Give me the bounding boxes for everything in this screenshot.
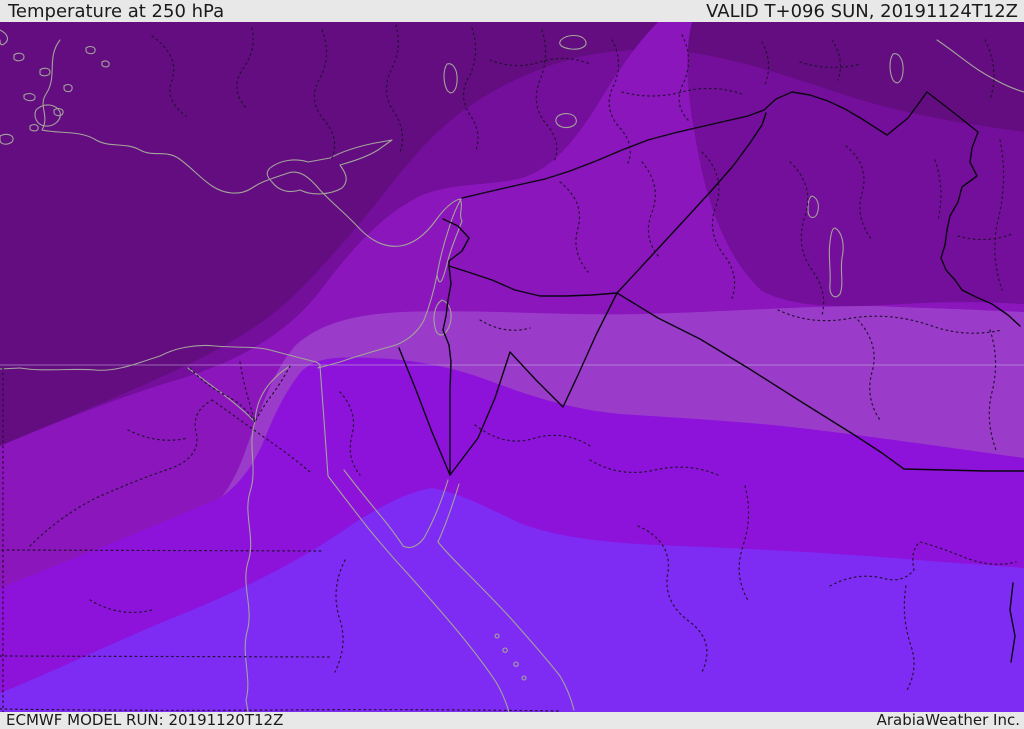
valid-time-label: VALID T+096 SUN, 20191124T12Z bbox=[706, 1, 1018, 22]
footer-bar: ECMWF MODEL RUN: 20191120T12Z ArabiaWeat… bbox=[0, 712, 1024, 729]
model-run-label: ECMWF MODEL RUN: 20191120T12Z bbox=[6, 711, 284, 729]
weather-map-screen: Temperature at 250 hPa VALID T+096 SUN, … bbox=[0, 0, 1024, 729]
page-title: Temperature at 250 hPa bbox=[8, 1, 225, 22]
header-bar: Temperature at 250 hPa VALID T+096 SUN, … bbox=[0, 0, 1024, 22]
weather-map-svg bbox=[0, 22, 1024, 712]
temperature-bands bbox=[0, 22, 1024, 712]
credit-label: ArabiaWeather Inc. bbox=[876, 711, 1020, 729]
map-area bbox=[0, 22, 1024, 712]
